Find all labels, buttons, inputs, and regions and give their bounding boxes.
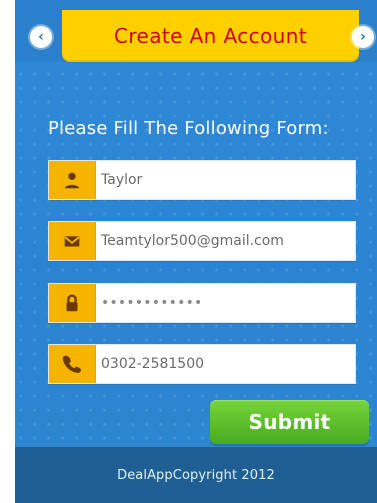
screen: ‹ Create An Account › Please Fill The Fo… (0, 0, 377, 503)
password-value: •••••••••••• (101, 295, 203, 311)
phone-field[interactable]: 0302-2581500 (48, 344, 356, 384)
mail-icon (49, 222, 96, 260)
mail-icon-svg (64, 236, 80, 247)
submit-button[interactable]: Submit (210, 400, 369, 444)
phone-icon-svg (62, 355, 81, 373)
footer-copyright: DealAppCopyright 2012 (117, 467, 275, 483)
form-prompt: Please Fill The Following Form: (48, 118, 329, 139)
password-field[interactable]: •••••••••••• (48, 283, 356, 323)
phone-icon (49, 345, 96, 383)
lock-icon-svg (66, 294, 78, 312)
phone-value: 0302-2581500 (101, 356, 205, 372)
user-icon-svg (64, 172, 80, 189)
name-value: Taylor (101, 172, 143, 188)
name-field[interactable]: Taylor (48, 160, 356, 200)
email-value: Teamtylor500@gmail.com (101, 233, 284, 249)
user-icon (49, 161, 96, 199)
phone-panel: ‹ Create An Account › Please Fill The Fo… (15, 0, 377, 503)
footer: DealAppCopyright 2012 (15, 447, 377, 503)
email-field[interactable]: Teamtylor500@gmail.com (48, 221, 356, 261)
lock-icon (49, 284, 96, 322)
chevron-left-icon[interactable]: ‹ (30, 26, 52, 48)
chevron-right-icon[interactable]: › (352, 26, 374, 48)
page-title: Create An Account (62, 10, 359, 62)
